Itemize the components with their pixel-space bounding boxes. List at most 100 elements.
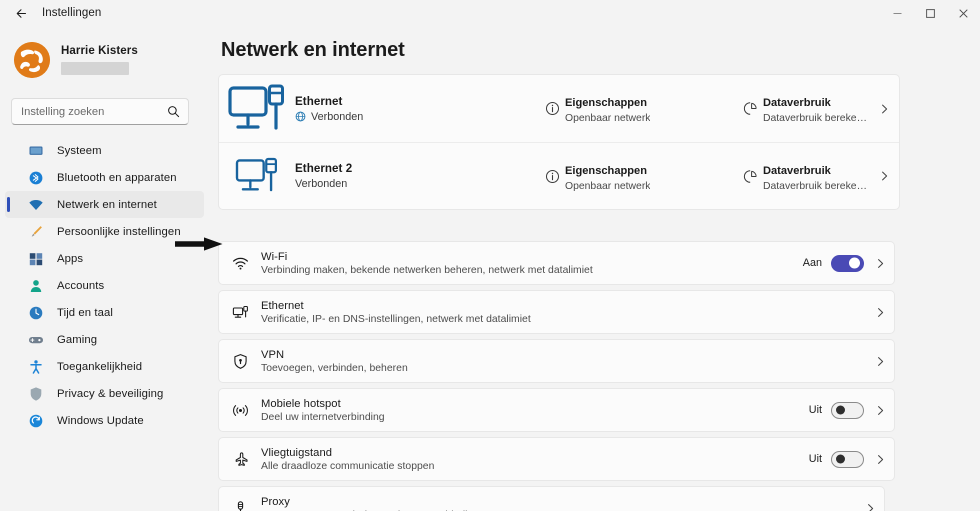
airplane-toggle[interactable] [831,450,864,468]
sidebar-item-privacy-en-beveiliging[interactable]: Privacy & beveiliging [5,380,204,407]
sidebar-nav: Systeem Bluetooth en apparaten Netwerk e… [0,137,210,434]
connection-status-text: Verbonden [311,110,364,123]
data-usage-subtitle: Dataverbruik berekenen... [763,113,871,124]
row-text: VPN Toevoegen, verbinden, beheren [261,349,864,374]
profile-card[interactable]: Harrie Kisters [0,26,210,82]
sidebar-item-label: Persoonlijke instellingen [57,225,181,238]
settings-window: Instellingen Harrie Kisters Instelling z… [0,0,980,511]
data-usage-title: Dataverbruik [763,97,831,109]
properties-text: Eigenschappen Openbaar netwerk [565,161,650,192]
search-icon [167,105,180,118]
chevron-right-icon[interactable] [875,258,886,269]
connection-name: Ethernet [295,94,343,108]
sidebar-item-label: Apps [57,252,84,265]
sidebar-item-label: Gaming [57,333,98,346]
toggle-knob [849,257,860,269]
connection-properties-action[interactable]: Eigenschappen Openbaar netwerk [539,93,737,124]
sidebar-item-windows-update[interactable]: Windows Update [5,407,204,434]
profile-name: Harrie Kisters [61,45,138,57]
chevron-right-icon[interactable] [879,103,890,114]
toggle-knob [836,454,845,464]
row-controls: Uit [809,401,886,419]
connection-cards: Ethernet Verbonden Eigenschappen Openbaa… [218,74,900,210]
row-controls [864,356,886,367]
maximize-button[interactable] [914,0,947,26]
properties-title: Eigenschappen [565,164,647,177]
chevron-right-icon[interactable] [879,171,890,182]
annotation-pointer-arrow [175,236,223,252]
wifi-icon [27,196,44,213]
sidebar-item-label: Bluetooth en apparaten [57,171,177,184]
row-controls [854,503,876,511]
paintbrush-icon [27,223,44,240]
bluetooth-icon [27,169,44,186]
row-subtitle: Verificatie, IP- en DNS-instellingen, ne… [261,313,531,325]
connection-card-ethernet[interactable]: Ethernet Verbonden Eigenschappen Openbaa… [219,75,899,142]
connection-status: Verbonden [295,111,539,123]
connection-name: Ethernet 2 [295,162,353,175]
chevron-right-icon[interactable] [875,405,886,416]
row-proxy[interactable]: Proxy Proxyserver voor Wi-Fi- en Etherne… [218,486,885,511]
row-text: Proxy Proxyserver voor Wi-Fi- en Etherne… [261,496,854,511]
sidebar-item-systeem[interactable]: Systeem [5,137,204,164]
system-monitor-icon [27,142,44,159]
ethernet-monitor-icon [219,156,295,196]
back-button[interactable] [6,2,36,24]
vpn-shield-icon [219,353,261,370]
row-wifi[interactable]: Wi-Fi Verbinding maken, bekende netwerke… [218,241,895,285]
data-usage-text: Dataverbruik Dataverbruik berekenen... [763,161,871,192]
sidebar-item-bluetooth-en-apparaten[interactable]: Bluetooth en apparaten [5,164,204,191]
row-vliegtuigstand[interactable]: Vliegtuigstand Alle draadloze communicat… [218,437,895,481]
row-ethernet[interactable]: Ethernet Verificatie, IP- en DNS-instell… [218,290,895,334]
avatar [14,42,50,78]
search-input[interactable] [21,99,167,124]
gamepad-icon [27,331,44,348]
connection-data-usage-action[interactable]: Dataverbruik Dataverbruik berekenen... [737,161,899,192]
main-content: Netwerk en internet Ethernet Verbonden E… [210,26,980,511]
proxy-icon [219,500,261,511]
window-title: Instellingen [42,7,102,19]
connection-info: Ethernet Verbonden [295,95,539,123]
info-circle-icon [539,169,565,184]
row-subtitle: Toevoegen, verbinden, beheren [261,362,408,374]
airplane-icon [219,451,261,468]
connection-properties-action[interactable]: Eigenschappen Openbaar netwerk [539,161,737,192]
connection-card-ethernet-2[interactable]: Ethernet 2 Verbonden Eigenschappen Openb… [219,142,899,209]
connection-data-usage-action[interactable]: Dataverbruik Dataverbruik berekenen... [737,93,899,124]
chevron-right-icon[interactable] [875,307,886,318]
globe-icon [295,111,306,122]
maximize-icon [926,8,935,18]
row-vpn[interactable]: VPN Toevoegen, verbinden, beheren [218,339,895,383]
sidebar-item-gaming[interactable]: Gaming [5,326,204,353]
row-controls [864,307,886,318]
sidebar-item-tijd-en-taal[interactable]: Tijd en taal [5,299,204,326]
sidebar-item-label: Netwerk en internet [57,198,157,211]
search-box[interactable] [11,98,189,125]
row-title: Ethernet [261,299,304,312]
properties-subtitle: Openbaar netwerk [565,180,651,192]
sidebar-item-accounts[interactable]: Accounts [5,272,204,299]
title-bar: Instellingen [0,0,980,26]
properties-text: Eigenschappen Openbaar netwerk [565,93,650,124]
sidebar-item-toegankelijkheid[interactable]: Toegankelijkheid [5,353,204,380]
minimize-button[interactable] [881,0,914,26]
row-mobiele-hotspot[interactable]: Mobiele hotspot Deel uw internetverbindi… [218,388,895,432]
properties-subtitle: Openbaar netwerk [565,113,651,124]
page-title: Netwerk en internet [221,39,405,61]
profile-subtitle-placeholder [61,62,129,75]
chevron-right-icon[interactable] [875,454,886,465]
connection-info: Ethernet 2 Verbonden [295,162,539,190]
sidebar-item-label: Systeem [57,144,102,157]
window-controls [881,0,980,26]
sidebar-item-netwerk-en-internet[interactable]: Netwerk en internet [5,191,204,218]
profile-text: Harrie Kisters [61,45,138,75]
hotspot-toggle[interactable] [831,401,864,419]
accessibility-icon [27,358,44,375]
wifi-toggle[interactable] [831,254,864,272]
close-button[interactable] [947,0,980,26]
chevron-right-icon[interactable] [865,503,876,511]
info-circle-icon [539,101,565,116]
data-usage-subtitle: Dataverbruik berekenen... [763,180,871,192]
chevron-right-icon[interactable] [875,356,886,367]
row-title: Mobiele hotspot [261,397,341,410]
